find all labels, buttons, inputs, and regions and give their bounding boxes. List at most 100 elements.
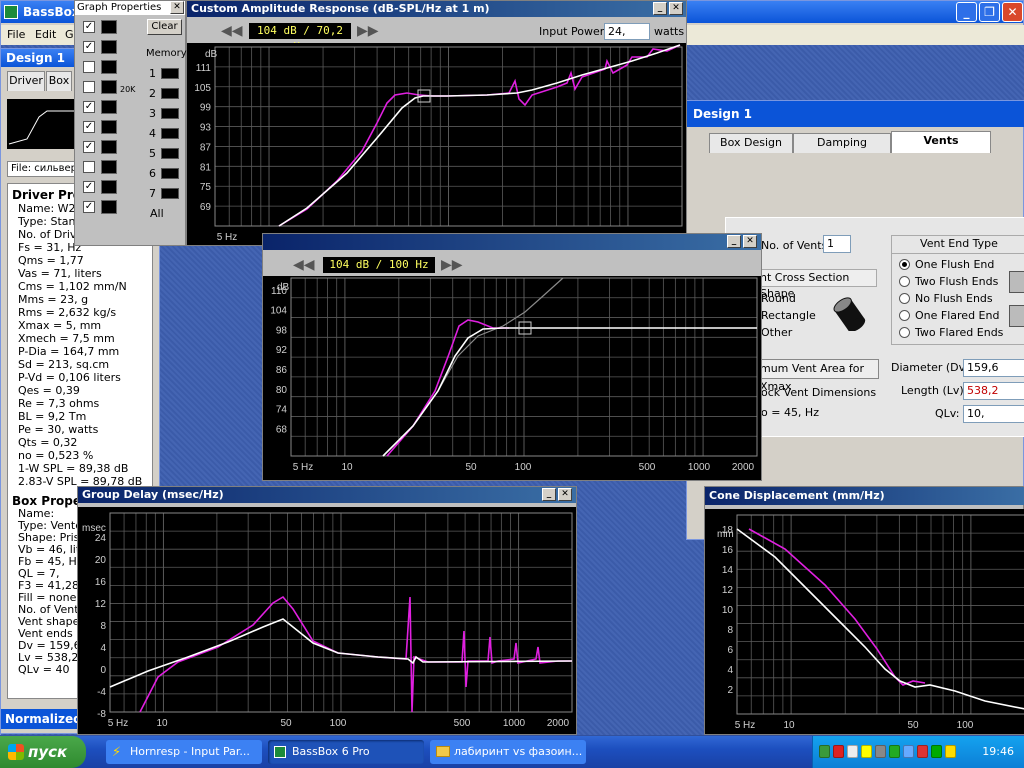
mini-response-preview bbox=[7, 99, 77, 149]
menu-edit[interactable]: Edit bbox=[35, 28, 56, 41]
input-power-label: Input Power: bbox=[539, 25, 608, 38]
driver-prop-line: Sd = 213, sq.cm bbox=[18, 358, 110, 371]
amp-minimize[interactable]: _ bbox=[653, 2, 667, 15]
amp-nav-left[interactable]: ◀◀ bbox=[221, 23, 243, 39]
x-tick-label: 5 Hz bbox=[735, 720, 756, 731]
battery-icon[interactable] bbox=[945, 745, 956, 758]
network-icon[interactable] bbox=[819, 745, 830, 758]
driver-prop-line: Rms = 2,632 kg/s bbox=[18, 306, 117, 319]
min-vent-area-button[interactable]: mum Vent Area for Xmax bbox=[759, 359, 879, 393]
tab-box-design[interactable]: Box Design bbox=[709, 133, 793, 153]
x-tick-label: 100 bbox=[515, 462, 532, 473]
taskbar-item-hornresp[interactable]: Hornresp - Input Par... bbox=[106, 740, 262, 764]
gd-close[interactable]: ✕ bbox=[558, 488, 572, 501]
qlv-input[interactable]: 10, bbox=[963, 405, 1024, 423]
diameter-input[interactable]: 159,6 bbox=[963, 359, 1024, 377]
shape-other[interactable]: Other bbox=[761, 326, 792, 339]
minimize-button[interactable]: _ bbox=[956, 2, 977, 22]
graph-option-checkbox[interactable]: ✓ bbox=[83, 21, 95, 33]
gd-minimize[interactable]: _ bbox=[542, 488, 556, 501]
no-vents-input[interactable]: 1 bbox=[823, 235, 851, 253]
tab-driver[interactable]: Driver bbox=[7, 71, 45, 91]
vent-end-radio[interactable] bbox=[899, 327, 910, 338]
graph-option-checkbox[interactable]: ✓ bbox=[83, 141, 95, 153]
taskbar-item-bassbox[interactable]: BassBox 6 Pro bbox=[268, 740, 424, 764]
white-curve bbox=[736, 528, 1024, 710]
tab-damping[interactable]: Damping bbox=[793, 133, 891, 153]
memory-slot-swatch[interactable] bbox=[161, 148, 179, 159]
all-label[interactable]: All bbox=[150, 207, 164, 220]
language-icon[interactable] bbox=[917, 745, 928, 758]
taskbar-item-folder[interactable]: лабиринт vs фазоин... bbox=[430, 740, 586, 764]
graph-option-checkbox[interactable]: ✓ bbox=[83, 121, 95, 133]
memory-slot-swatch[interactable] bbox=[161, 168, 179, 179]
y-unit-label: dB bbox=[205, 49, 218, 60]
memory-slot-swatch[interactable] bbox=[161, 68, 179, 79]
vent-end-radio[interactable] bbox=[899, 310, 910, 321]
volume-icon[interactable] bbox=[903, 745, 914, 758]
graph-option-checkbox[interactable] bbox=[83, 81, 95, 93]
memory-slot-swatch[interactable] bbox=[161, 128, 179, 139]
memory-slot-swatch[interactable] bbox=[161, 188, 179, 199]
driver-prop-line: Xmax = 5, mm bbox=[18, 319, 102, 332]
note-icon[interactable] bbox=[861, 745, 872, 758]
graph-option-checkbox[interactable]: ✓ bbox=[83, 101, 95, 113]
x-tick-label: 2000 bbox=[547, 718, 570, 729]
graph-props-close[interactable]: ✕ bbox=[170, 1, 184, 14]
tool-icon[interactable] bbox=[931, 745, 942, 758]
clear-button[interactable]: Clear bbox=[147, 19, 182, 35]
record-icon[interactable] bbox=[833, 745, 844, 758]
memory-slot-swatch[interactable] bbox=[161, 108, 179, 119]
memory-slot-label: 2 bbox=[149, 87, 156, 100]
driver-prop-line: 1-W SPL = 89,38 dB bbox=[18, 462, 129, 475]
y-tick-label: 20 bbox=[95, 555, 107, 566]
graph-option-icon bbox=[101, 100, 117, 114]
x-tick-label: 500 bbox=[639, 462, 656, 473]
amp2-nav-left[interactable]: ◀◀ bbox=[293, 257, 315, 273]
shape-rectangle[interactable]: Rectangle bbox=[761, 309, 816, 322]
x-tick-label: 50 bbox=[907, 720, 919, 731]
graph-option-checkbox[interactable] bbox=[83, 61, 95, 73]
amp-nav-right[interactable]: ▶▶ bbox=[357, 23, 379, 39]
shape-round[interactable]: Round bbox=[761, 292, 796, 305]
menu-file[interactable]: File bbox=[7, 28, 25, 41]
side-scroll-stub-1[interactable] bbox=[1009, 271, 1024, 293]
length-input[interactable]: 538,2 bbox=[963, 382, 1024, 400]
vent-end-radio[interactable] bbox=[899, 259, 910, 270]
tab-vents[interactable]: Vents bbox=[891, 131, 991, 153]
disc-icon[interactable] bbox=[875, 745, 886, 758]
amp-close[interactable]: ✕ bbox=[669, 2, 683, 15]
amp2-title-bar[interactable] bbox=[263, 234, 761, 250]
speaker-icon[interactable] bbox=[889, 745, 900, 758]
vent-end-radio[interactable] bbox=[899, 276, 910, 287]
design-right-title[interactable]: Design 1 bbox=[687, 101, 1024, 127]
memory-slot-swatch[interactable] bbox=[161, 88, 179, 99]
x-tick-label: 100 bbox=[330, 718, 347, 729]
design-right-tabs: Box Design Damping Vents bbox=[687, 131, 1024, 155]
tab-box[interactable]: Box bbox=[46, 71, 72, 91]
close-button[interactable]: ✕ bbox=[1002, 2, 1023, 22]
input-power-input[interactable]: 24, bbox=[604, 23, 650, 40]
restore-button[interactable]: ❐ bbox=[979, 2, 1000, 22]
amp-title-bar[interactable]: Custom Amplitude Response (dB-SPL/Hz at … bbox=[187, 1, 686, 17]
graph-option-checkbox[interactable]: ✓ bbox=[83, 201, 95, 213]
menu-graph[interactable]: G bbox=[65, 28, 74, 41]
graph-option-checkbox[interactable] bbox=[83, 161, 95, 173]
graph-option-checkbox[interactable]: ✓ bbox=[83, 41, 95, 53]
x-tick-label: 10 bbox=[783, 720, 795, 731]
window-icon[interactable] bbox=[847, 745, 858, 758]
side-scroll-stub-2[interactable] bbox=[1009, 305, 1024, 327]
graph-option-checkbox[interactable]: ✓ bbox=[83, 181, 95, 193]
cd-title-bar[interactable]: Cone Displacement (mm/Hz) bbox=[705, 487, 1024, 505]
clock[interactable]: 19:46 bbox=[982, 745, 1014, 758]
gd-title-bar[interactable]: Group Delay (msec/Hz) bbox=[78, 487, 576, 503]
amp2-close[interactable]: ✕ bbox=[743, 235, 757, 248]
graph-props-title[interactable]: Graph Properties bbox=[75, 1, 185, 15]
system-tray: 19:46 bbox=[812, 736, 1024, 768]
vent-end-radio[interactable] bbox=[899, 293, 910, 304]
amplitude-window: Custom Amplitude Response (dB-SPL/Hz at … bbox=[186, 0, 687, 246]
amp2-nav-right[interactable]: ▶▶ bbox=[441, 257, 463, 273]
x-tick-label: 2000 bbox=[732, 462, 755, 473]
amp2-minimize[interactable]: _ bbox=[727, 235, 741, 248]
lock-vent-label[interactable]: ock Vent Dimensions bbox=[761, 386, 876, 399]
